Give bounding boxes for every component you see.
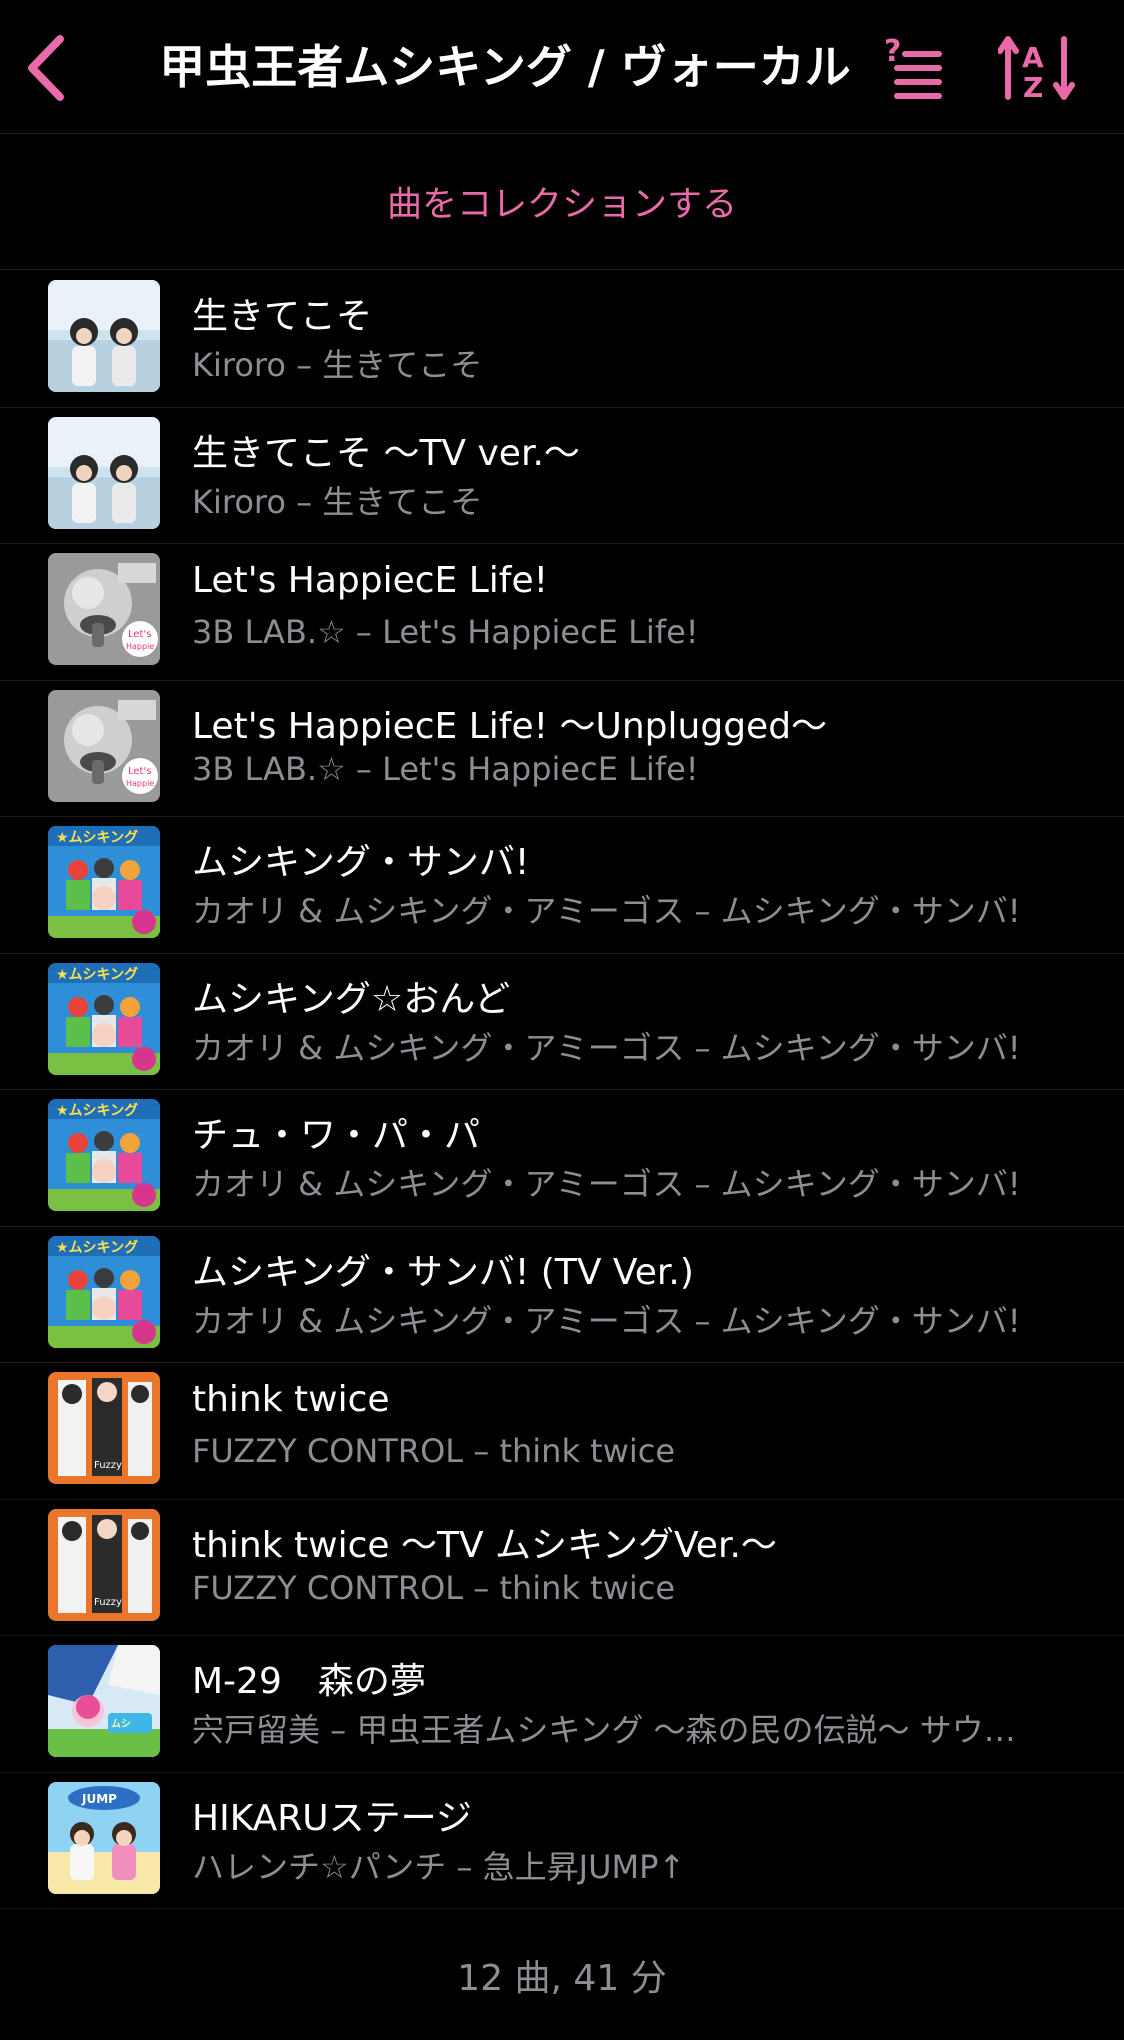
svg-text:Fuzzy: Fuzzy bbox=[94, 1460, 122, 1471]
album-artwork bbox=[48, 416, 160, 529]
song-artist-album: Kiroro – 生きてこそ bbox=[192, 346, 483, 384]
svg-text:★ムシキング: ★ムシキング bbox=[56, 1102, 138, 1119]
album-artwork: ★ムシキング bbox=[48, 962, 160, 1075]
svg-text:ムシ: ムシ bbox=[111, 1718, 131, 1730]
song-artist-album: FUZZY CONTROL – think twice bbox=[192, 1432, 676, 1470]
album-artwork bbox=[48, 280, 160, 392]
song-row[interactable]: ★ムシキングムシキング☆おんどカオリ & ムシキング・アミーゴス – ムシキング… bbox=[0, 954, 1124, 1090]
album-artwork: Let's Happie bbox=[48, 553, 160, 665]
song-artist-album: 3B LAB.☆ – Let's HappiecE Life! bbox=[192, 613, 699, 651]
svg-text:★ムシキング: ★ムシキング bbox=[56, 1239, 138, 1256]
svg-text:Fuzzy: Fuzzy bbox=[94, 1597, 122, 1608]
svg-text:★ムシキング: ★ムシキング bbox=[56, 829, 138, 846]
song-row[interactable]: Fuzzy think twice 〜TV ムシキングVer.〜 FUZZY CON… bbox=[0, 1500, 1124, 1636]
sort-button[interactable]: A Z bbox=[996, 30, 1080, 106]
song-row[interactable]: 生きてこそ 〜TV ver.〜 Kiroro – 生きてこそ bbox=[0, 408, 1124, 544]
song-artist-album: 宍戸留美 – 甲虫王者ムシキング 〜森の民の伝説〜 サウ… bbox=[192, 1711, 1016, 1749]
sort-az-icon: A Z bbox=[998, 36, 1075, 103]
song-artist-album: 3B LAB.☆ – Let's HappiecE Life! bbox=[192, 749, 699, 788]
song-count-summary: 12 曲, 41 分 bbox=[457, 1958, 667, 1999]
album-artwork: ★ムシキング bbox=[48, 1099, 160, 1211]
song-row[interactable]: ムシ M-29 森の夢宍戸留美 – 甲虫王者ムシキング 〜森の民の伝説〜 サウ… bbox=[0, 1636, 1124, 1773]
song-row[interactable]: Let's Happie Let's HappiecE Life! 〜Unplugg… bbox=[0, 681, 1124, 817]
song-title: 生きてこそ 〜TV ver.〜 bbox=[192, 432, 580, 474]
album-artwork: Fuzzy bbox=[48, 1508, 160, 1621]
chevron-left-icon bbox=[28, 35, 64, 101]
album-artwork: Let's Happie bbox=[48, 689, 160, 802]
song-artist-album: カオリ & ムシキング・アミーゴス – ムシキング・サンバ! bbox=[192, 1301, 1021, 1340]
song-artist-album: カオリ & ムシキング・アミーゴス – ムシキング・サンバ! bbox=[192, 892, 1021, 930]
album-artwork: JUMP bbox=[48, 1781, 160, 1894]
album-artwork: ムシ bbox=[48, 1645, 160, 1757]
song-title: 生きてこそ bbox=[192, 296, 373, 337]
nav-bar: 甲虫王者ムシキング / ヴォーカル ? A Z bbox=[0, 0, 1124, 134]
svg-text:Z: Z bbox=[1023, 71, 1043, 103]
song-artist-album: カオリ & ムシキング・アミーゴス – ムシキング・サンバ! bbox=[192, 1028, 1021, 1067]
song-row[interactable]: ★ムシキングムシキング・サンバ! (TV Ver.) カオリ & ムシキング・アミ… bbox=[0, 1227, 1124, 1363]
svg-text:?: ? bbox=[884, 35, 901, 69]
song-row[interactable]: ★ムシキングチュ・ワ・パ・パカオリ & ムシキング・アミーゴス – ムシキング・… bbox=[0, 1090, 1124, 1227]
song-title: think twice bbox=[192, 1379, 390, 1420]
album-artwork: ★ムシキング bbox=[48, 1235, 160, 1348]
song-title: HIKARUステージ bbox=[192, 1797, 472, 1839]
song-row[interactable]: 生きてこそ Kiroro – 生きてこそ bbox=[0, 271, 1124, 408]
song-title: ムシキング☆おんど bbox=[192, 978, 511, 1020]
svg-text:Let's: Let's bbox=[128, 766, 151, 777]
svg-text:JUMP: JUMP bbox=[81, 1792, 117, 1806]
svg-text:Let's: Let's bbox=[128, 629, 151, 640]
song-artist-album: ハレンチ☆パンチ – 急上昇JUMP↑ bbox=[192, 1847, 686, 1886]
svg-text:Happie: Happie bbox=[126, 779, 154, 788]
svg-text:Happie: Happie bbox=[126, 642, 154, 651]
song-row[interactable]: Fuzzy think twice FUZZY CONTROL – think tw… bbox=[0, 1363, 1124, 1500]
song-title: ムシキング・サンバ! bbox=[192, 842, 530, 883]
song-title: Let's HappiecE Life! 〜Unplugged〜 bbox=[192, 705, 828, 747]
song-artist-album: カオリ & ムシキング・アミーゴス – ムシキング・サンバ! bbox=[192, 1165, 1021, 1203]
song-row[interactable]: JUMP HIKARUステージハレンチ☆パンチ – 急上昇JUMP↑ bbox=[0, 1773, 1124, 1909]
song-artist-album: FUZZY CONTROL – think twice bbox=[192, 1568, 676, 1607]
svg-text:★ムシキング: ★ムシキング bbox=[56, 966, 138, 983]
list-options-button[interactable]: ? bbox=[880, 30, 950, 106]
album-artwork: ★ムシキング bbox=[48, 826, 160, 938]
song-title: Let's HappiecE Life! bbox=[192, 560, 549, 601]
song-title: think twice 〜TV ムシキングVer.〜 bbox=[192, 1524, 777, 1566]
page-title: 甲虫王者ムシキング / ヴォーカル bbox=[159, 40, 851, 94]
album-artwork: Fuzzy bbox=[48, 1372, 160, 1484]
song-list: 生きてこそ Kiroro – 生きてこそ 生きてこそ 〜TV ver.〜 Kiroro… bbox=[0, 271, 1124, 1909]
song-artist-album: Kiroro – 生きてこそ bbox=[192, 482, 483, 521]
song-row[interactable]: Let's Happie Let's HappiecE Life! 3B LAB.☆ … bbox=[0, 544, 1124, 681]
song-row[interactable]: ★ムシキングムシキング・サンバ! カオリ & ムシキング・アミーゴス – ムシキン… bbox=[0, 817, 1124, 954]
back-button[interactable] bbox=[16, 30, 76, 106]
svg-text:A: A bbox=[1022, 41, 1044, 74]
song-title: M-29 森の夢 bbox=[192, 1661, 426, 1702]
song-title: ムシキング・サンバ! (TV Ver.) bbox=[192, 1251, 694, 1293]
collect-songs-button[interactable]: 曲をコレクションする bbox=[0, 134, 1124, 270]
song-title: チュ・ワ・パ・パ bbox=[192, 1115, 481, 1156]
question-list-icon: ? bbox=[884, 35, 942, 99]
